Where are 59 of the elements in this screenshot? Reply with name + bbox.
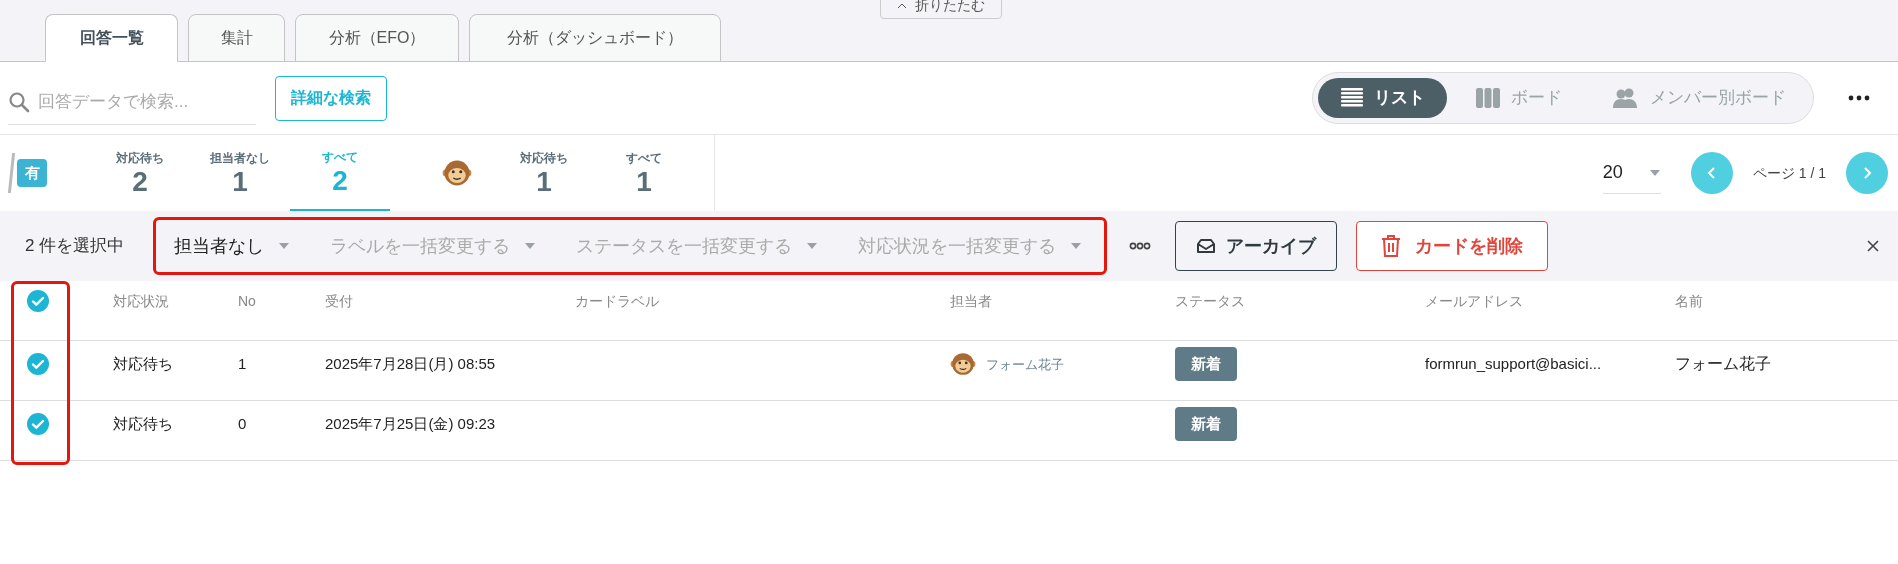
tab[interactable]: 回答一覧: [45, 14, 178, 62]
more-icon[interactable]: [1129, 242, 1151, 250]
bulk-dropdown[interactable]: 担当者なし: [174, 232, 290, 260]
inbox-icon: [1196, 238, 1216, 254]
caret-icon: [1070, 242, 1082, 250]
assignee-name: フォーム花子: [986, 355, 1064, 374]
table-cell: formrun_support@basici...: [1425, 355, 1602, 372]
close-icon[interactable]: [1866, 239, 1880, 253]
tab[interactable]: 分析（EFO）: [295, 14, 459, 62]
next-page-button[interactable]: [1846, 152, 1888, 194]
table-cell-text: 2025年7月25日(金) 09:23: [325, 414, 497, 434]
search-field[interactable]: 回答データで検索...: [38, 88, 248, 115]
per-page-select[interactable]: 20: [1602, 152, 1661, 194]
column-header: カードラベル: [575, 291, 660, 311]
view-option[interactable]: リスト: [1318, 78, 1447, 118]
table-cell-text: 対応待ち: [113, 414, 174, 434]
column-header: メールアドレス: [1425, 291, 1524, 311]
chevron-right-icon: [1862, 166, 1872, 180]
status-tag: 新着: [1175, 407, 1237, 442]
status-tag: 新着: [1175, 347, 1237, 382]
delete-button[interactable]: カードを削除: [1356, 221, 1548, 271]
list-icon: [1340, 87, 1364, 109]
stat-tab[interactable]: 対応待ち 1: [494, 135, 594, 211]
avatar-icon: [442, 158, 472, 188]
column-header: ステータス: [1175, 291, 1246, 311]
previous-page-button[interactable]: [1690, 152, 1733, 194]
chevron-left-icon: [1706, 166, 1717, 180]
stat-tab[interactable]: すべて 1: [594, 135, 694, 211]
more-icon[interactable]: [1848, 95, 1870, 101]
table-cell: フォーム花子: [1675, 355, 1771, 373]
column-header: 名前: [1675, 291, 1704, 311]
stat-tab[interactable]: 対応待ち 2: [90, 135, 190, 211]
columns-icon: [1475, 87, 1501, 109]
caret-icon: [278, 242, 290, 250]
trash-icon: [1381, 234, 1401, 258]
page-indicator: ページ 1 / 1: [1752, 163, 1826, 183]
search-icon: [8, 90, 30, 113]
caret-icon: [806, 242, 818, 250]
tab[interactable]: 分析（ダッシュボード）: [469, 14, 721, 62]
column-header: 担当者: [950, 291, 993, 311]
checkbox[interactable]: [27, 353, 49, 376]
stat-tab[interactable]: 担当者なし 1: [190, 135, 290, 211]
checkbox[interactable]: [27, 290, 49, 313]
table-cell-text: 0: [238, 414, 248, 434]
table-cell-text: 対応待ち: [113, 354, 174, 374]
archive-button[interactable]: アーカイブ: [1175, 221, 1337, 271]
table-cell-text: 2025年7月28日(月) 08:55: [325, 354, 497, 374]
column-header: No: [238, 291, 257, 311]
caret-icon: [524, 242, 536, 250]
people-icon: [1612, 87, 1640, 109]
caret-icon: [1648, 168, 1661, 177]
chevron-up-icon: [897, 2, 907, 9]
avatar-icon: [950, 351, 976, 378]
table-cell-text: 1: [238, 354, 248, 374]
tab[interactable]: 集計: [188, 14, 285, 62]
selection-count: 2 件を選択中: [25, 235, 126, 258]
checkbox[interactable]: [27, 413, 49, 436]
column-header: 対応状況: [113, 291, 170, 311]
column-header: 受付: [325, 291, 354, 311]
